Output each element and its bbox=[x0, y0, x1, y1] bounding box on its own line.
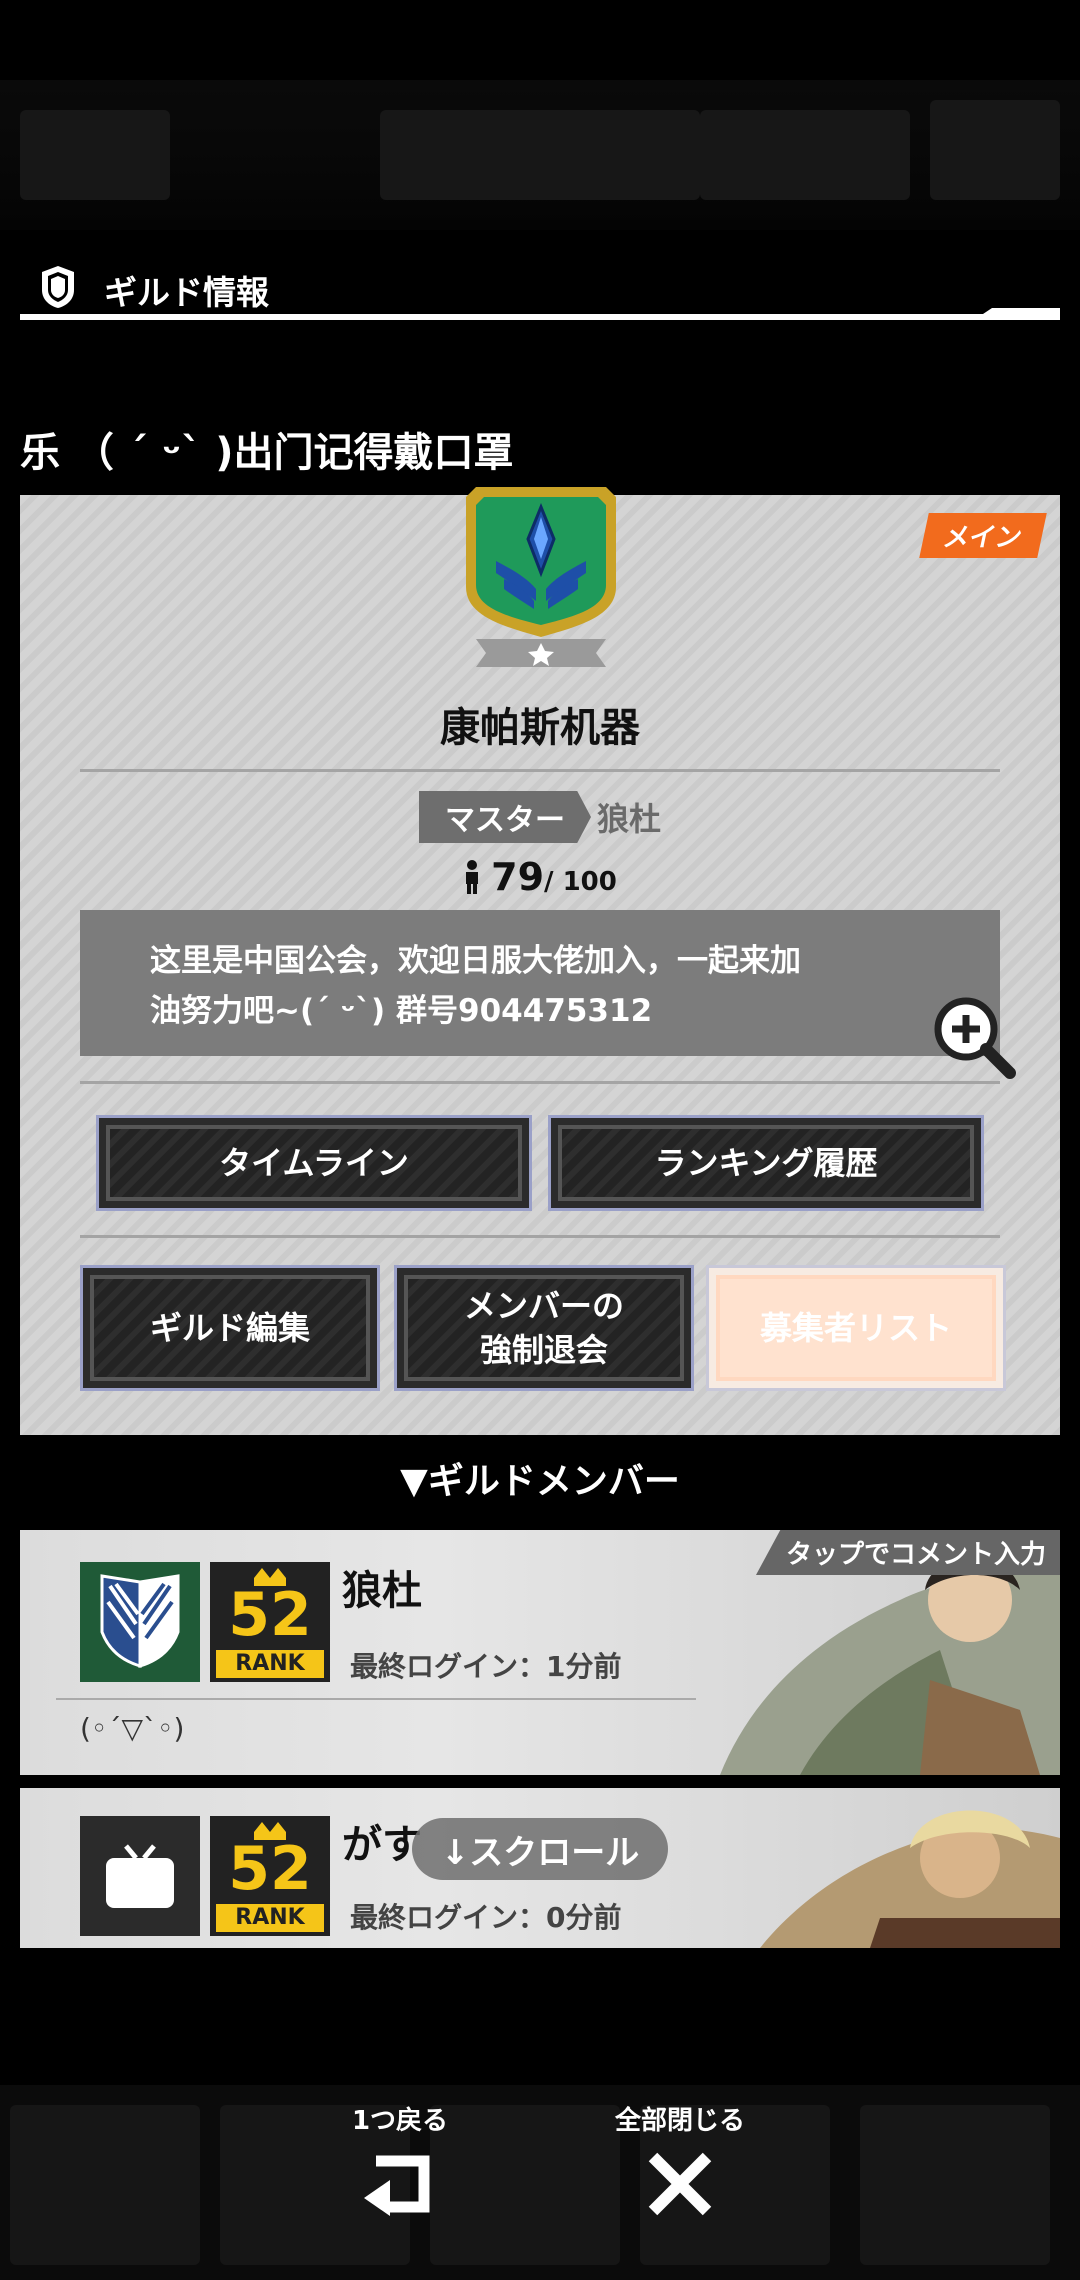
member-count: 79/ 100 bbox=[20, 855, 1060, 899]
member-card[interactable]: タップでコメント入力 52 RANK 狼杜 最終ログイン：1分前 (◦ˊ▽ˋ◦) bbox=[20, 1530, 1060, 1775]
scout-emblem-icon bbox=[80, 1562, 200, 1682]
last-login: 最終ログイン：0分前 bbox=[350, 1901, 622, 1934]
member-comment: (◦ˊ▽ˋ◦) bbox=[80, 1712, 185, 1745]
section-header: ギルド情報 bbox=[20, 258, 1060, 324]
divider bbox=[80, 1081, 1000, 1084]
close-icon bbox=[648, 2152, 712, 2216]
ranking-history-button-label: ランキング履歴 bbox=[558, 1125, 974, 1201]
header-underline bbox=[20, 314, 1060, 320]
divider bbox=[80, 769, 1000, 772]
member-name: がす bbox=[342, 1822, 422, 1868]
zoom-in-icon[interactable] bbox=[930, 993, 1018, 1081]
guild-edit-button[interactable]: ギルド編集 bbox=[80, 1265, 380, 1391]
section-title: ギルド情報 bbox=[104, 273, 269, 312]
kick-member-button[interactable]: メンバーの 強制退会 bbox=[394, 1265, 694, 1391]
guild-caption: 乐 （ ˊ ᵕˋ )出门记得戴口罩 bbox=[20, 430, 514, 476]
master-name: 狼杜 bbox=[596, 800, 661, 838]
ranking-history-button[interactable]: ランキング履歴 bbox=[548, 1115, 984, 1211]
rank-number: 52 bbox=[228, 1580, 312, 1650]
applicant-list-button-label: 募集者リスト bbox=[716, 1275, 996, 1381]
character-art bbox=[760, 1810, 1060, 1948]
avatar bbox=[80, 1816, 200, 1936]
timeline-button-label: タイムライン bbox=[106, 1125, 522, 1201]
comment-input-tag[interactable]: タップでコメント入力 bbox=[755, 1530, 1060, 1575]
rank-label: RANK bbox=[216, 1650, 324, 1678]
close-all-button-label: 全部閉じる bbox=[614, 2106, 745, 2136]
timeline-button[interactable]: タイムライン bbox=[96, 1115, 532, 1211]
close-all-button[interactable]: 全部閉じる bbox=[600, 2100, 760, 2225]
guild-master-row: マスター 狼杜 bbox=[20, 791, 1060, 843]
rank-number: 52 bbox=[228, 1834, 312, 1904]
person-icon bbox=[466, 860, 479, 894]
back-arrow-icon bbox=[364, 2155, 430, 2216]
back-button-label: 1つ戻る bbox=[351, 2106, 449, 2136]
master-label: マスター bbox=[418, 791, 591, 843]
guild-shield-icon bbox=[42, 266, 74, 308]
main-guild-tag: メイン bbox=[919, 513, 1047, 558]
guild-name: 康帕斯机器 bbox=[440, 705, 640, 751]
background-menu bbox=[0, 2085, 1080, 2280]
back-button[interactable]: 1つ戻る bbox=[330, 2100, 470, 2225]
member-name: 狼杜 bbox=[342, 1568, 422, 1614]
guild-emblem-icon bbox=[466, 487, 616, 667]
divider bbox=[56, 1698, 696, 1700]
rank-badge: 52 RANK bbox=[210, 1816, 330, 1936]
tv-icon bbox=[106, 1844, 174, 1908]
applicant-list-button[interactable]: 募集者リスト bbox=[706, 1265, 1006, 1391]
divider bbox=[80, 1235, 1000, 1238]
header-underline-tab bbox=[980, 308, 1060, 316]
scroll-hint: ↓スクロール bbox=[412, 1818, 668, 1880]
members-section-title: ▼ギルドメンバー bbox=[400, 1461, 680, 1502]
background-hud bbox=[0, 80, 1080, 230]
rank-badge: 52 RANK bbox=[210, 1562, 330, 1682]
rank-label: RANK bbox=[216, 1904, 324, 1932]
guild-edit-button-label: ギルド編集 bbox=[90, 1275, 370, 1381]
guild-description: 这里是中国公会，欢迎日服大佬加入，一起来加 油努力吧~(ˊ ᵕˋ) 群号9044… bbox=[80, 910, 1000, 1056]
last-login: 最終ログイン：1分前 bbox=[350, 1650, 622, 1683]
kick-member-button-label: メンバーの 強制退会 bbox=[404, 1275, 684, 1381]
guild-info-panel: メイン 康帕斯机器 マスター 狼杜 79/ 100 这里是中国公会，欢迎日服大佬加… bbox=[20, 487, 1060, 1435]
